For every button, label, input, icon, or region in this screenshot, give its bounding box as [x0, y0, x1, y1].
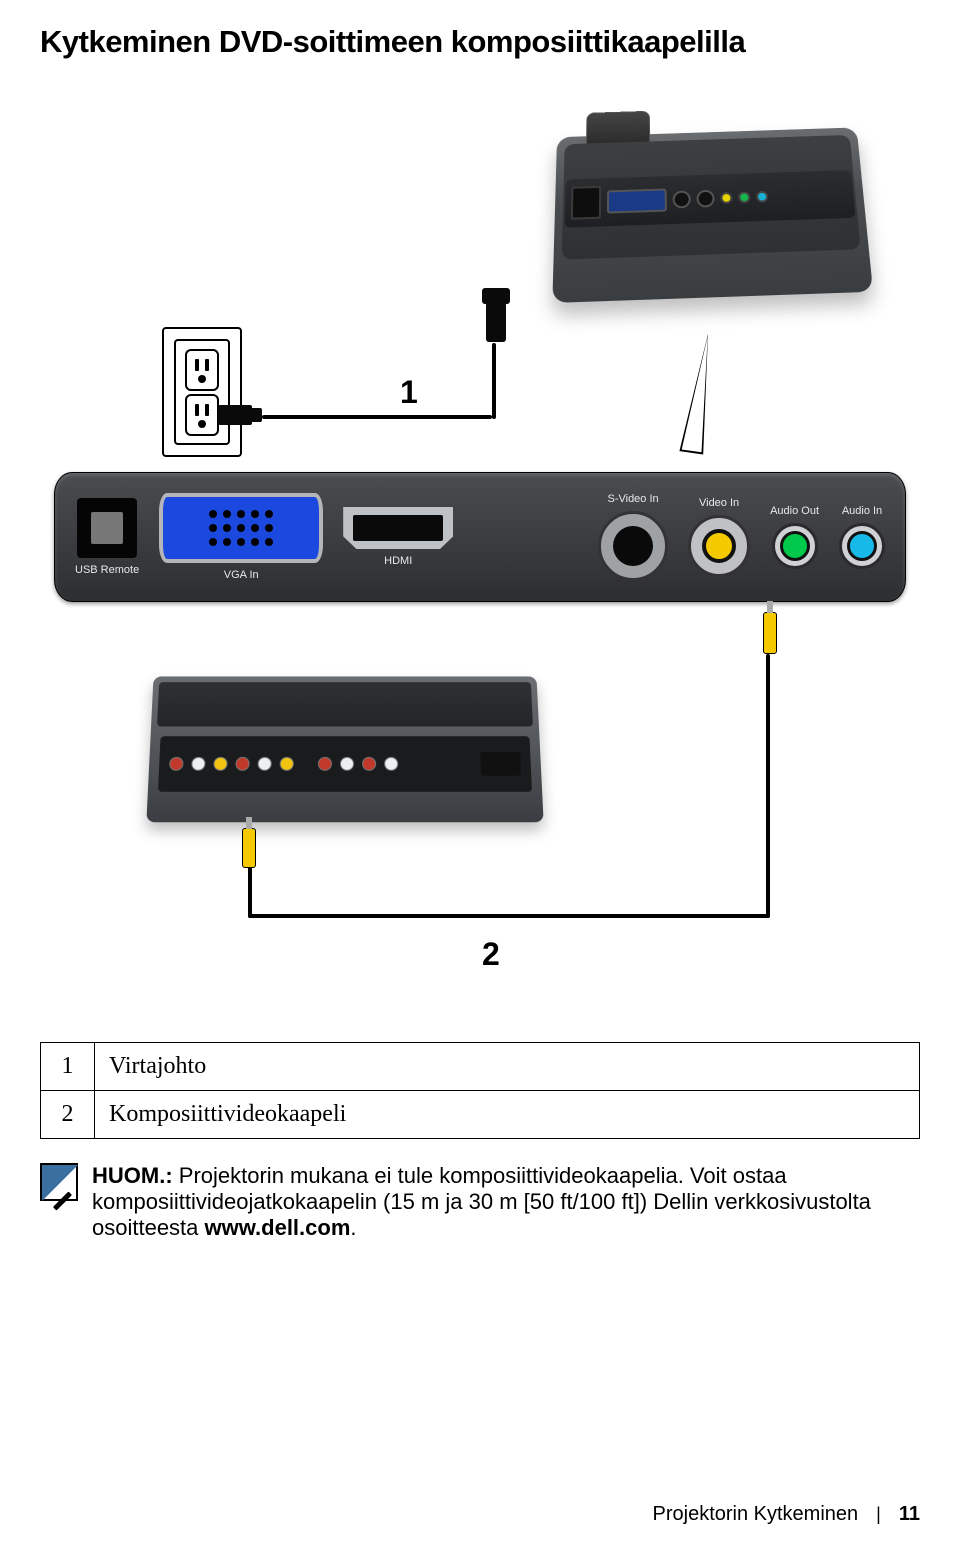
- pointer-triangle: [679, 332, 719, 454]
- audio-out-jack-icon: [772, 523, 818, 569]
- composite-plug-projector-end: [763, 612, 777, 654]
- composite-cable-segment: [766, 654, 770, 918]
- legend-num: 2: [41, 1091, 95, 1139]
- note-block: HUOM.: Projektorin mukana ei tule kompos…: [40, 1163, 920, 1241]
- composite-plug-dvd-end: [242, 828, 256, 868]
- page-title: Kytkeminen DVD-soittimeen komposiittikaa…: [40, 24, 920, 60]
- table-row: 1 Virtajohto: [41, 1043, 920, 1091]
- audio-in-jack-icon: [839, 523, 885, 569]
- legend-table: 1 Virtajohto 2 Komposiittivideokaapeli: [40, 1042, 920, 1139]
- projector-rear-panel: USB Remote VGA In HDMI S-Video In Video …: [54, 472, 906, 602]
- port-video-in: Video In: [688, 497, 750, 577]
- wall-outlet: [162, 327, 242, 457]
- port-svideo-in: S-Video In: [598, 493, 668, 581]
- usb-b-port-icon: [77, 498, 137, 558]
- note-icon: [40, 1163, 78, 1201]
- port-hdmi: HDMI: [343, 507, 453, 567]
- footer-separator: |: [876, 1504, 881, 1525]
- table-row: 2 Komposiittivideokaapeli: [41, 1091, 920, 1139]
- power-connector-iec: [486, 302, 506, 342]
- hdmi-port-icon: [343, 507, 453, 549]
- note-text: HUOM.: Projektorin mukana ei tule kompos…: [92, 1163, 920, 1241]
- svideo-port-icon: [598, 511, 668, 581]
- page-footer: Projektorin Kytkeminen | 11: [653, 1503, 921, 1526]
- callout-2: 2: [482, 936, 500, 973]
- footer-section: Projektorin Kytkeminen: [653, 1503, 859, 1526]
- note-link: www.dell.com: [205, 1215, 351, 1240]
- port-vga-in: VGA In: [159, 493, 323, 581]
- composite-cable-segment: [248, 914, 770, 918]
- vga-port-icon: [159, 493, 323, 563]
- projector-illustration: [530, 102, 890, 322]
- note-lead: HUOM.:: [92, 1163, 173, 1188]
- callout-1: 1: [400, 374, 418, 411]
- footer-page-number: 11: [899, 1503, 920, 1526]
- connection-diagram: 1 USB Remote VGA In HDMI S-Video In Vide…: [40, 72, 920, 1032]
- port-audio-out: Audio Out: [770, 505, 819, 569]
- legend-label: Komposiittivideokaapeli: [95, 1091, 920, 1139]
- rca-video-port-icon: [688, 515, 750, 577]
- port-usb-remote: USB Remote: [75, 498, 139, 576]
- power-cable: [238, 403, 508, 433]
- note-body-end: .: [350, 1215, 356, 1240]
- dvd-player-illustration: [150, 674, 540, 822]
- legend-label: Virtajohto: [95, 1043, 920, 1091]
- legend-num: 1: [41, 1043, 95, 1091]
- port-audio-in: Audio In: [839, 505, 885, 569]
